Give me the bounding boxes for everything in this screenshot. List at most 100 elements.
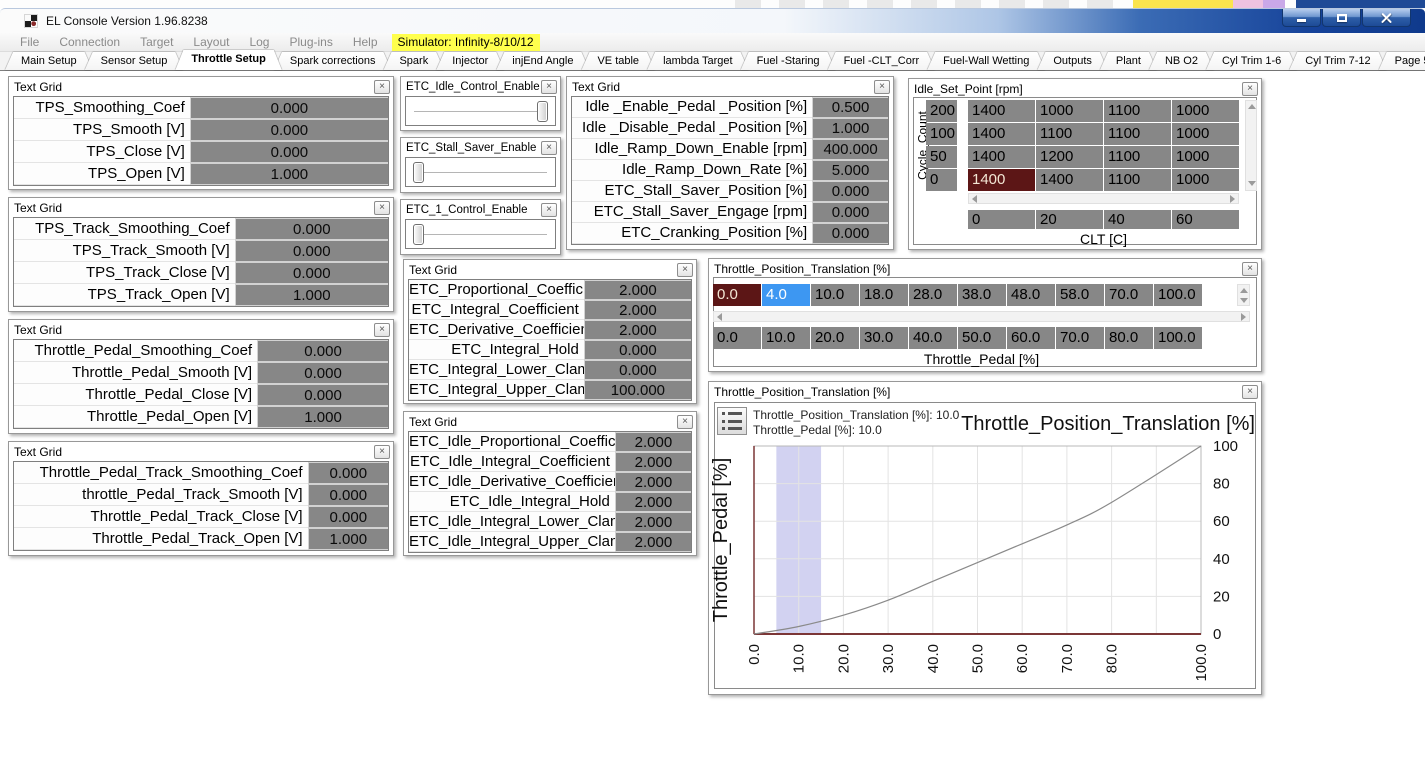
row-header-cell[interactable]: 0 (926, 169, 957, 191)
table-cell[interactable]: 1100 (1104, 169, 1171, 191)
pedal-axis-cell[interactable]: 30.0 (860, 327, 908, 349)
tab-injector[interactable]: Injector (436, 52, 504, 70)
scroll-down-icon[interactable] (1248, 181, 1256, 186)
pedal-axis-cell[interactable]: 0.0 (713, 327, 761, 349)
menu-item-log[interactable]: Log (239, 35, 279, 49)
grid-cell-value[interactable]: 0.000 (235, 240, 388, 262)
grid-cell-value[interactable]: 2.000 (615, 432, 691, 452)
table-cell[interactable]: 1400 (968, 100, 1035, 122)
translation-chart[interactable]: 0.010.020.030.040.050.060.070.080.0100.0… (709, 382, 1263, 696)
tab-lambda-target[interactable]: lambda Target (647, 52, 749, 70)
grid-cell-value[interactable]: 0.000 (812, 202, 888, 223)
slider-track[interactable] (414, 172, 547, 174)
close-button[interactable] (1362, 9, 1411, 27)
pedal-axis-cell[interactable]: 40.0 (909, 327, 957, 349)
x-axis-cell[interactable]: 20 (1036, 210, 1103, 229)
grid-cell-value[interactable]: 0.000 (257, 362, 388, 384)
row-header-cell[interactable]: 200 (926, 100, 957, 122)
grid-cell-value[interactable]: 2.000 (584, 320, 691, 340)
grid-cell-value[interactable]: 1.000 (812, 118, 888, 139)
translation-value-cell[interactable]: 100.0 (1154, 284, 1202, 306)
tab-sensor-setup[interactable]: Sensor Setup (85, 52, 184, 70)
row-header-cell[interactable]: 100 (926, 123, 957, 145)
table-cell[interactable]: 1100 (1104, 100, 1171, 122)
grid-cell-value[interactable]: 0.000 (235, 218, 388, 240)
panel-close-button[interactable]: × (374, 80, 390, 94)
table-cell[interactable]: 1000 (1036, 100, 1103, 122)
table-cell[interactable]: 1100 (1104, 123, 1171, 145)
grid-cell-value[interactable]: 0.000 (257, 340, 388, 362)
vertical-scrollbar[interactable] (1245, 100, 1257, 191)
grid-cell-value[interactable]: 0.000 (190, 141, 388, 163)
slider-thumb[interactable] (413, 224, 424, 245)
table-cell[interactable]: 1400 (1036, 169, 1103, 191)
table-cell[interactable]: 1200 (1036, 146, 1103, 168)
table-cell[interactable]: 1000 (1172, 123, 1239, 145)
translation-value-cell-active[interactable]: 0.0 (713, 284, 761, 306)
table-cell[interactable]: 1100 (1104, 146, 1171, 168)
table-cell[interactable]: 1400 (968, 146, 1035, 168)
x-axis-cell[interactable]: 40 (1104, 210, 1171, 229)
panel-close-button[interactable]: × (374, 323, 390, 337)
translation-value-cell[interactable]: 58.0 (1056, 284, 1104, 306)
panel-close-button[interactable]: × (677, 263, 693, 277)
grid-cell-value[interactable]: 0.000 (584, 340, 691, 360)
table-cell-selected[interactable]: 1400 (968, 169, 1035, 191)
pedal-axis-cell[interactable]: 20.0 (811, 327, 859, 349)
scroll-left-icon[interactable] (972, 195, 977, 203)
translation-value-cell[interactable]: 38.0 (958, 284, 1006, 306)
horizontal-scrollbar[interactable] (968, 193, 1239, 204)
tab-fuel-wall-wetting[interactable]: Fuel-Wall Wetting (927, 52, 1045, 70)
menu-item-file[interactable]: File (10, 35, 49, 49)
table-cell[interactable]: 1000 (1172, 169, 1239, 191)
grid-cell-value[interactable]: 2.000 (615, 452, 691, 472)
grid-cell-value[interactable]: 2.000 (615, 472, 691, 492)
tab-fuel-clt-corr[interactable]: Fuel -CLT_Corr (828, 52, 936, 70)
translation-value-cell[interactable]: 70.0 (1105, 284, 1153, 306)
grid-cell-value[interactable]: 2.000 (584, 300, 691, 320)
grid-cell-value[interactable]: 100.000 (584, 380, 691, 400)
grid-cell-value[interactable]: 0.000 (584, 360, 691, 380)
menu-item-help[interactable]: Help (343, 35, 388, 49)
spinner-up-icon[interactable] (1240, 288, 1248, 293)
grid-cell-value[interactable]: 1.000 (308, 528, 388, 550)
panel-close-button[interactable]: × (541, 80, 557, 94)
tab-spark-corrections[interactable]: Spark corrections (274, 52, 392, 70)
translation-value-cell-selected[interactable]: 4.0 (762, 284, 810, 306)
slider-track[interactable] (414, 111, 547, 113)
tab-page-5[interactable]: Page 5 (1379, 52, 1425, 70)
grid-cell-value[interactable]: 0.500 (812, 97, 888, 118)
tab-injend-angle[interactable]: injEnd Angle (496, 52, 589, 70)
tab-fuel-staring[interactable]: Fuel -Staring (741, 52, 836, 70)
grid-cell-value[interactable]: 2.000 (584, 280, 691, 300)
scroll-left-icon[interactable] (717, 313, 722, 321)
pedal-axis-cell[interactable]: 70.0 (1056, 327, 1104, 349)
tab-spark[interactable]: Spark (383, 52, 444, 70)
menu-item-target[interactable]: Target (130, 35, 183, 49)
tab-cyl-trim-7-12[interactable]: Cyl Trim 7-12 (1289, 52, 1386, 70)
grid-cell-value[interactable]: 1.000 (257, 406, 388, 428)
tab-ve-table[interactable]: VE table (581, 52, 655, 70)
translation-value-cell[interactable]: 18.0 (860, 284, 908, 306)
panel-close-button[interactable]: × (1242, 82, 1258, 96)
scroll-right-icon[interactable] (1241, 313, 1246, 321)
pedal-axis-cell[interactable]: 50.0 (958, 327, 1006, 349)
spinner-down-icon[interactable] (1240, 298, 1248, 303)
panel-close-button[interactable]: × (874, 80, 890, 94)
grid-cell-value[interactable]: 5.000 (812, 160, 888, 181)
panel-close-button[interactable]: × (541, 203, 557, 217)
menu-item-layout[interactable]: Layout (183, 35, 239, 49)
grid-cell-value[interactable]: 0.000 (190, 97, 388, 119)
grid-cell-value[interactable]: 2.000 (615, 492, 691, 512)
grid-cell-value[interactable]: 2.000 (615, 512, 691, 532)
tab-outputs[interactable]: Outputs (1037, 52, 1108, 70)
panel-close-button[interactable]: × (677, 415, 693, 429)
panel-close-button[interactable]: × (541, 141, 557, 155)
grid-cell-value[interactable]: 0.000 (308, 506, 388, 528)
grid-cell-value[interactable]: 1.000 (235, 284, 388, 306)
grid-cell-value[interactable]: 0.000 (235, 262, 388, 284)
tab-nb-o2[interactable]: NB O2 (1149, 52, 1214, 70)
tab-main-setup[interactable]: Main Setup (5, 52, 93, 70)
grid-cell-value[interactable]: 0.000 (308, 484, 388, 506)
scroll-up-icon[interactable] (1248, 104, 1256, 109)
